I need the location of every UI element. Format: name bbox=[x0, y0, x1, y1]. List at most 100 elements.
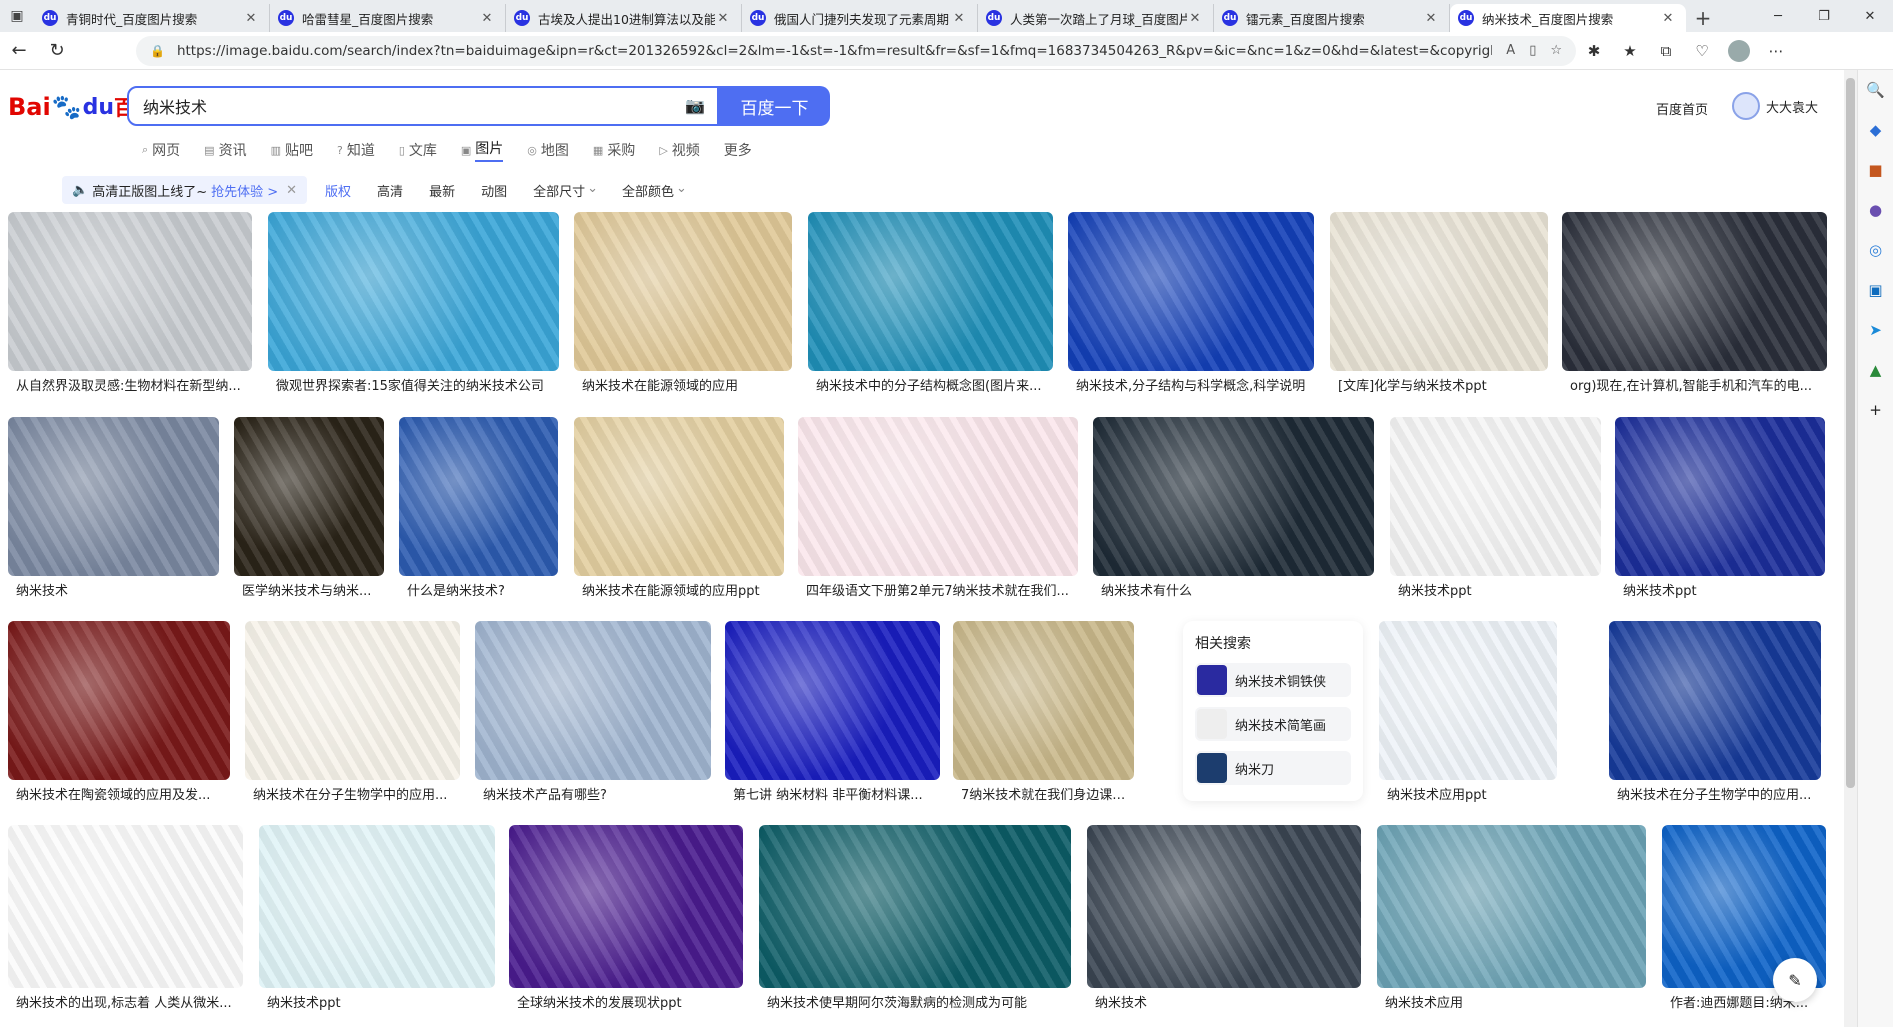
new-tab-button[interactable]: + bbox=[1686, 4, 1720, 32]
image-caption[interactable]: 纳米技术在陶瓷领域的应用及发... bbox=[16, 784, 226, 804]
related-item[interactable]: 纳米刀 bbox=[1195, 751, 1351, 785]
image-thumbnail[interactable] bbox=[259, 825, 495, 988]
user-menu[interactable]: 大大袁大 bbox=[1732, 92, 1818, 120]
image-result[interactable]: 四年级语文下册第2单元7纳米技术就在我们... bbox=[798, 417, 1078, 600]
image-caption[interactable]: 纳米技术产品有哪些? bbox=[483, 784, 707, 804]
image-thumbnail[interactable] bbox=[1615, 417, 1825, 576]
image-caption[interactable]: 纳米技术ppt bbox=[1623, 580, 1821, 600]
image-thumbnail[interactable] bbox=[798, 417, 1078, 576]
image-result[interactable]: 纳米技术有什么 bbox=[1093, 417, 1374, 600]
image-caption[interactable]: 纳米技术 bbox=[16, 580, 215, 600]
image-thumbnail[interactable] bbox=[8, 825, 243, 988]
image-thumbnail[interactable] bbox=[574, 212, 792, 371]
close-tab-icon[interactable]: ✕ bbox=[951, 11, 967, 26]
image-caption[interactable]: 纳米技术有什么 bbox=[1101, 580, 1370, 600]
image-caption[interactable]: 纳米技术使早期阿尔茨海默病的检测成为可能 bbox=[767, 992, 1067, 1012]
image-caption[interactable]: 纳米技术在能源领域的应用ppt bbox=[582, 580, 780, 600]
image-result[interactable]: 纳米技术 bbox=[1087, 825, 1361, 1012]
channel-tab[interactable]: ▥ 贴吧 bbox=[271, 138, 313, 162]
close-icon[interactable]: ✕ bbox=[286, 183, 297, 198]
image-thumbnail[interactable] bbox=[234, 417, 384, 576]
image-caption[interactable]: 纳米技术,分子结构与科学概念,科学说明 bbox=[1076, 375, 1310, 395]
browser-tab[interactable]: du 纳米技术_百度图片搜索 ✕ bbox=[1450, 4, 1686, 32]
notice-link[interactable]: 抢先体验 > bbox=[211, 181, 278, 200]
image-thumbnail[interactable] bbox=[808, 212, 1053, 371]
url-field[interactable]: 🔒 https://image.baidu.com/search/index?t… bbox=[136, 35, 1576, 66]
image-result[interactable]: 纳米技术ppt bbox=[259, 825, 495, 1012]
close-tab-icon[interactable]: ✕ bbox=[1660, 11, 1676, 26]
add-icon[interactable]: + bbox=[1858, 390, 1893, 430]
image-thumbnail[interactable] bbox=[245, 621, 460, 780]
image-result[interactable]: 纳米技术在能源领域的应用 bbox=[574, 212, 792, 395]
channel-tab[interactable]: ▣ 图片 bbox=[461, 138, 504, 162]
close-tab-icon[interactable]: ✕ bbox=[1423, 11, 1439, 26]
image-thumbnail[interactable] bbox=[475, 621, 711, 780]
image-caption[interactable]: 纳米技术中的分子结构概念图(图片来... bbox=[816, 375, 1049, 395]
image-result[interactable]: 纳米技术在陶瓷领域的应用及发... bbox=[8, 621, 230, 804]
image-caption[interactable]: org)现在,在计算机,智能手机和汽车的电... bbox=[1570, 375, 1823, 395]
image-caption[interactable]: [文库]化学与纳米技术ppt bbox=[1338, 375, 1544, 395]
image-caption[interactable]: 全球纳米技术的发展现状ppt bbox=[517, 992, 739, 1012]
image-thumbnail[interactable] bbox=[1390, 417, 1601, 576]
send-icon[interactable]: ➤ bbox=[1858, 310, 1893, 350]
image-result[interactable]: org)现在,在计算机,智能手机和汽车的电... bbox=[1562, 212, 1827, 395]
channel-tab[interactable]: ▷ 视频 bbox=[659, 138, 699, 162]
image-result[interactable]: 纳米技术使早期阿尔茨海默病的检测成为可能 bbox=[759, 825, 1071, 1012]
close-tab-icon[interactable]: ✕ bbox=[1187, 11, 1203, 26]
image-caption[interactable]: 7纳米技术就在我们身边课件34张 bbox=[961, 784, 1130, 804]
refresh-button[interactable]: ↻ bbox=[38, 32, 76, 70]
image-result[interactable]: 什么是纳米技术? bbox=[399, 417, 558, 600]
related-item[interactable]: 纳米技术简笔画 bbox=[1195, 707, 1351, 741]
close-tab-icon[interactable]: ✕ bbox=[243, 11, 259, 26]
image-thumbnail[interactable] bbox=[1087, 825, 1361, 988]
image-result[interactable]: 纳米技术的出现,标志着 人类从微米... bbox=[8, 825, 243, 1012]
filter-item[interactable]: 全部颜色 bbox=[622, 181, 674, 200]
image-thumbnail[interactable] bbox=[8, 212, 252, 371]
browser-essentials-icon[interactable]: ♡ bbox=[1684, 32, 1720, 70]
minimize-icon[interactable]: ─ bbox=[1755, 9, 1801, 24]
image-caption[interactable]: 从自然界汲取灵感:生物材料在新型纳... bbox=[16, 375, 248, 395]
filter-item[interactable]: 高清 bbox=[377, 181, 403, 200]
image-result[interactable]: 纳米技术,分子结构与科学概念,科学说明 bbox=[1068, 212, 1314, 395]
read-aloud-icon[interactable]: A bbox=[1506, 43, 1515, 58]
image-caption[interactable]: 纳米技术 bbox=[1095, 992, 1357, 1012]
image-result[interactable]: 纳米技术中的分子结构概念图(图片来... bbox=[808, 212, 1053, 395]
image-result[interactable]: 纳米技术ppt bbox=[1615, 417, 1825, 600]
filter-item[interactable]: 版权 bbox=[325, 181, 351, 200]
tag-icon[interactable]: ◆ bbox=[1858, 110, 1893, 150]
image-thumbnail[interactable] bbox=[268, 212, 559, 371]
image-result[interactable]: 医学纳米技术与纳米... bbox=[234, 417, 384, 600]
channel-tab[interactable]: ? 知道 bbox=[337, 138, 375, 162]
image-thumbnail[interactable] bbox=[1068, 212, 1314, 371]
image-caption[interactable]: 医学纳米技术与纳米... bbox=[242, 580, 380, 600]
split-screen-icon[interactable]: ▯ bbox=[1529, 43, 1536, 58]
image-thumbnail[interactable] bbox=[509, 825, 743, 988]
filter-item[interactable]: 全部尺寸 bbox=[533, 181, 585, 200]
home-link[interactable]: 百度首页 bbox=[1656, 99, 1708, 118]
image-caption[interactable]: 纳米技术应用 bbox=[1385, 992, 1642, 1012]
image-thumbnail[interactable] bbox=[8, 621, 230, 780]
extensions-icon[interactable]: ✱ bbox=[1576, 32, 1612, 70]
image-thumbnail[interactable] bbox=[399, 417, 558, 576]
image-thumbnail[interactable] bbox=[1330, 212, 1548, 371]
browser-tab[interactable]: du 镭元素_百度图片搜索 ✕ bbox=[1214, 4, 1450, 32]
camera-icon[interactable]: 📷 bbox=[685, 96, 705, 115]
image-result[interactable]: 纳米技术应用ppt bbox=[1379, 621, 1557, 804]
image-thumbnail[interactable] bbox=[1609, 621, 1821, 780]
image-result[interactable]: 微观世界探索者:15家值得关注的纳米技术公司 bbox=[268, 212, 559, 395]
browser-tab[interactable]: du 人类第一次踏上了月球_百度图片 ✕ bbox=[978, 4, 1214, 32]
edit-icon[interactable]: ✎ bbox=[1773, 958, 1817, 1002]
image-caption[interactable]: 纳米技术在分子生物学中的应用... bbox=[1617, 784, 1817, 804]
page-scrollbar[interactable] bbox=[1844, 70, 1857, 1027]
image-thumbnail[interactable] bbox=[574, 417, 784, 576]
image-result[interactable]: [文库]化学与纳米技术ppt bbox=[1330, 212, 1548, 395]
channel-tab[interactable]: ⌕ 网页 bbox=[142, 138, 180, 162]
image-caption[interactable]: 四年级语文下册第2单元7纳米技术就在我们... bbox=[806, 580, 1074, 600]
channel-tab[interactable]: ◎ 地图 bbox=[527, 138, 569, 162]
image-result[interactable]: 纳米技术 bbox=[8, 417, 219, 600]
image-result[interactable]: 纳米技术在分子生物学中的应用... bbox=[1609, 621, 1821, 804]
image-caption[interactable]: 纳米技术ppt bbox=[267, 992, 491, 1012]
channel-tab[interactable]: ▦ 采购 bbox=[593, 138, 635, 162]
image-thumbnail[interactable] bbox=[1562, 212, 1827, 371]
back-button[interactable]: ← bbox=[0, 32, 38, 70]
